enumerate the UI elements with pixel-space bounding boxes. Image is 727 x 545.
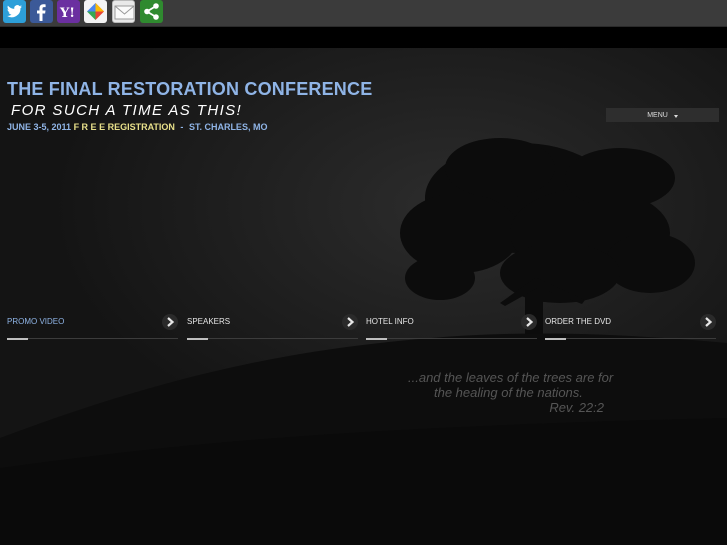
nav-item-promo-video[interactable]: PROMO VIDEO: [7, 313, 178, 341]
nav-divider: [366, 338, 537, 339]
nav-item-label: SPEAKERS: [187, 317, 231, 326]
nav-divider-highlight: [187, 338, 208, 340]
free-registration-link[interactable]: F R E E REGISTRATION: [74, 122, 175, 132]
nav-item-order-dvd[interactable]: ORDER THE DVD: [545, 313, 716, 341]
twitter-bird-icon: [7, 5, 22, 18]
share-icon: [144, 3, 159, 20]
yahoo-share-button[interactable]: Y!: [57, 0, 80, 23]
envelope-icon: [114, 5, 134, 20]
yahoo-logo-icon: Y!: [59, 6, 75, 21]
google-bookmark-button[interactable]: [84, 0, 107, 23]
share-more-button[interactable]: [140, 0, 163, 23]
event-location: ST. CHARLES, MO: [188, 122, 268, 132]
nav-divider: [545, 338, 716, 339]
page-subtitle: FOR SUCH A TIME AS THIS!: [11, 102, 243, 119]
chevron-right-icon[interactable]: [521, 314, 537, 330]
page-title: THE FINAL RESTORATION CONFERENCE: [7, 79, 373, 99]
nav-divider: [7, 338, 178, 339]
caret-down-icon: [673, 114, 678, 118]
svg-text:Y!: Y!: [59, 6, 75, 21]
nav-divider-highlight: [366, 338, 387, 340]
details-separator: -: [180, 122, 184, 132]
menu-dropdown-button[interactable]: MENU: [606, 108, 719, 122]
chevron-right-icon[interactable]: [700, 314, 716, 330]
facebook-f-icon: [37, 4, 46, 22]
twitter-share-button[interactable]: [3, 0, 26, 23]
nav-item-speakers[interactable]: SPEAKERS: [187, 313, 358, 341]
nav-item-label: ORDER THE DVD: [545, 317, 612, 326]
verse-line-1: ...and the leaves of the trees are for: [408, 370, 614, 385]
email-share-button[interactable]: [112, 0, 135, 23]
chevron-right-icon[interactable]: [162, 314, 178, 330]
event-date: JUNE 3-5, 2011: [7, 122, 72, 132]
nav-item-label: PROMO VIDEO: [7, 317, 65, 326]
nav-item-label: HOTEL INFO: [366, 317, 414, 326]
nav-item-hotel-info[interactable]: HOTEL INFO: [366, 313, 537, 341]
verse-reference: Rev. 22:2: [549, 400, 604, 415]
share-toolbar: Y!: [0, 0, 727, 27]
verse-line-2: the healing of the nations.: [434, 385, 583, 400]
nav-divider-highlight: [7, 338, 28, 340]
scripture-verse: ...and the leaves of the trees are for t…: [392, 370, 662, 415]
footer-band: [0, 500, 727, 545]
facebook-share-button[interactable]: [30, 0, 53, 23]
chevron-right-icon[interactable]: [342, 314, 358, 330]
event-details: JUNE 3-5, 2011 F R E E REGISTRATION - ST…: [7, 122, 267, 132]
nav-divider: [187, 338, 358, 339]
google-bookmark-icon: [87, 3, 104, 20]
menu-label: MENU: [647, 111, 668, 119]
nav-divider-highlight: [545, 338, 566, 340]
